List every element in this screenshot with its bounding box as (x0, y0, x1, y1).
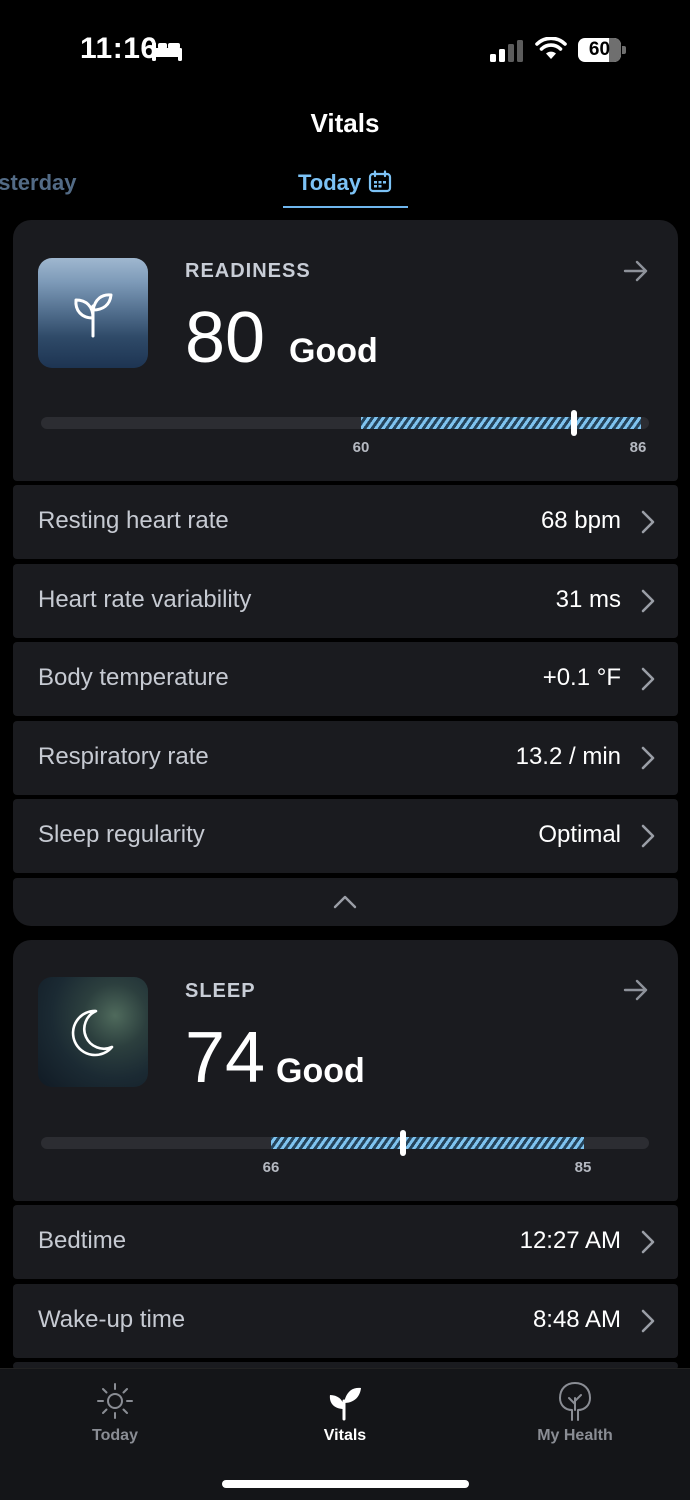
metric-label: Bedtime (38, 1227, 127, 1254)
readiness-card[interactable]: READINESS 80 Good 60 86 (13, 220, 678, 481)
battery-level: 60 (588, 39, 611, 60)
cellular-signal-icon (490, 40, 524, 67)
nav-label-vitals: Vitals (323, 1427, 367, 1444)
metric-row-sleep-regularity[interactable]: Sleep regularity Optimal (13, 799, 678, 873)
sleep-range-low: 66 (262, 1159, 280, 1176)
nav-label-my-health: My Health (537, 1427, 613, 1444)
readiness-thumbnail (38, 258, 148, 368)
metric-label: Body temperature (38, 664, 229, 691)
sleep-score-marker (400, 1130, 406, 1156)
tab-today-label: Today (298, 170, 362, 195)
metric-value: 68 bpm (540, 507, 621, 534)
chevron-right-icon (640, 666, 656, 697)
sleep-thumbnail (38, 977, 148, 1087)
readiness-range-low: 60 (352, 439, 370, 456)
metric-value: +0.1 °F (542, 664, 621, 691)
chevron-right-icon (640, 588, 656, 619)
metric-value: 31 ms (555, 586, 621, 613)
readiness-optimal-range (361, 417, 641, 429)
metric-label: Respiratory rate (38, 743, 209, 770)
metric-row-resting-heart-rate[interactable]: Resting heart rate 68 bpm (13, 485, 678, 559)
bed-icon (151, 40, 183, 67)
metric-label: Heart rate variability (38, 586, 252, 613)
status-bar: 11:16 60 (0, 0, 690, 100)
arrow-right-icon[interactable] (623, 979, 649, 1006)
tree-icon (505, 1379, 645, 1423)
chevron-right-icon (640, 745, 656, 776)
sleep-score: 74 (185, 1018, 266, 1098)
readiness-score: 80 (185, 298, 266, 378)
sprout-icon (275, 1379, 415, 1423)
metric-row-bedtime[interactable]: Bedtime 12:27 AM (13, 1205, 678, 1279)
nav-item-today[interactable]: Today (45, 1379, 185, 1445)
calendar-icon[interactable] (368, 170, 392, 199)
readiness-label: READINESS (185, 260, 311, 282)
sprout-icon (74, 293, 113, 338)
chevron-up-icon (332, 894, 358, 915)
chevron-right-icon (640, 823, 656, 854)
metric-row-respiratory-rate[interactable]: Respiratory rate 13.2 / min (13, 721, 678, 795)
metric-value: 8:48 AM (532, 1306, 621, 1333)
page-title: Vitals (310, 108, 380, 138)
sleep-label: SLEEP (185, 980, 256, 1002)
metric-value: 12:27 AM (519, 1227, 621, 1254)
sleep-card[interactable]: SLEEP 74 Good 66 85 (13, 940, 678, 1201)
wifi-icon (535, 36, 567, 66)
tab-yesterday[interactable]: esterday (0, 170, 77, 196)
tab-today[interactable]: Today (283, 166, 408, 208)
chevron-right-icon (640, 509, 656, 540)
metric-value: Optimal (538, 821, 621, 848)
metric-label: Wake-up time (38, 1306, 186, 1333)
readiness-range-high: 86 (629, 439, 647, 456)
metric-label: Sleep regularity (38, 821, 205, 848)
moon-icon (71, 1009, 114, 1057)
home-indicator[interactable] (222, 1480, 469, 1488)
status-time: 11:16 (80, 32, 158, 65)
metric-row-body-temperature[interactable]: Body temperature +0.1 °F (13, 642, 678, 716)
metric-row-heart-rate-variability[interactable]: Heart rate variability 31 ms (13, 564, 678, 638)
arrow-right-icon[interactable] (623, 260, 649, 287)
battery-icon: 60 (578, 38, 626, 62)
readiness-range-bar (41, 410, 649, 436)
collapse-button[interactable] (13, 878, 678, 926)
chevron-right-icon (640, 1308, 656, 1339)
sleep-optimal-range (271, 1137, 584, 1149)
sun-icon (45, 1379, 185, 1423)
metric-label: Resting heart rate (38, 507, 229, 534)
readiness-score-marker (571, 410, 577, 436)
chevron-right-icon (640, 1229, 656, 1260)
sleep-range-bar (41, 1130, 649, 1156)
sleep-rating: Good (276, 1052, 365, 1090)
metric-row-wake-up-time[interactable]: Wake-up time 8:48 AM (13, 1284, 678, 1358)
nav-label-today: Today (92, 1427, 138, 1444)
metric-value: 13.2 / min (515, 743, 621, 770)
nav-item-vitals[interactable]: Vitals (275, 1379, 415, 1445)
readiness-rating: Good (289, 332, 378, 370)
sleep-range-high: 85 (574, 1159, 592, 1176)
nav-item-my-health[interactable]: My Health (505, 1379, 645, 1445)
